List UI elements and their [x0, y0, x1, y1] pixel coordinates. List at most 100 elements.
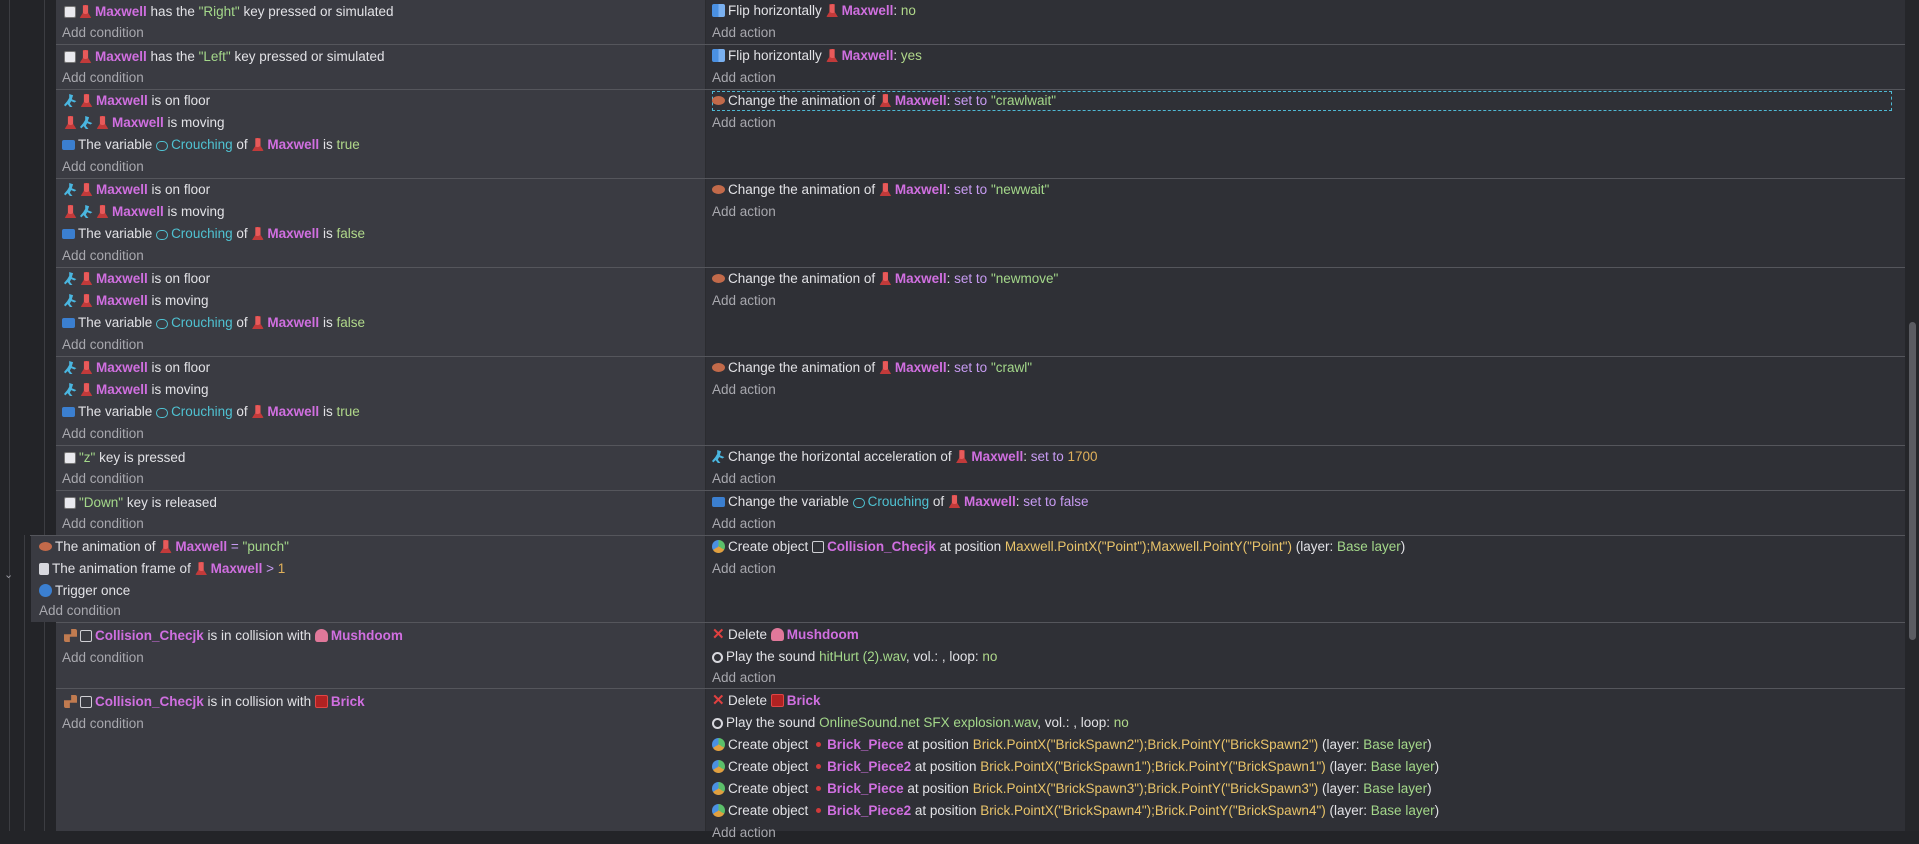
- actions-panel[interactable]: Change the variable Crouching of Maxwell…: [706, 491, 1918, 535]
- vertical-scrollbar[interactable]: [1905, 0, 1919, 831]
- add-action-link[interactable]: Add action: [712, 379, 776, 401]
- action[interactable]: Create object Brick_Piece2 at position B…: [712, 756, 1439, 778]
- condition[interactable]: Maxwell is moving: [64, 290, 209, 312]
- conditions-panel[interactable]: "z" key is pressed Add condition: [56, 446, 706, 490]
- add-action-link[interactable]: Add action: [712, 667, 776, 689]
- object-variable-icon: [156, 230, 169, 240]
- conditions-panel[interactable]: "Down" key is released Add condition: [56, 491, 706, 535]
- condition[interactable]: The variable Crouching of Maxwell is tru…: [62, 134, 360, 156]
- add-condition-link[interactable]: Add condition: [62, 423, 144, 445]
- conditions-panel[interactable]: Collision_Checjk is in collision with Mu…: [56, 623, 706, 688]
- add-condition-link[interactable]: Add condition: [62, 513, 144, 535]
- actions-panel[interactable]: Create object Collision_Checjk at positi…: [706, 536, 1919, 622]
- add-action-link[interactable]: Add action: [712, 290, 776, 312]
- create-object-icon: [712, 760, 725, 773]
- event-row[interactable]: Maxwell is on floor Maxwell is moving Th…: [56, 268, 1918, 356]
- action[interactable]: Change the animation of Maxwell: set to …: [712, 90, 1056, 112]
- add-condition-link[interactable]: Add condition: [62, 713, 144, 735]
- action[interactable]: ✕ Delete Mushdoom: [712, 624, 859, 646]
- add-action-link[interactable]: Add action: [712, 201, 776, 223]
- actions-panel[interactable]: ✕ Delete Brick Play the sound OnlineSound…: [706, 689, 1918, 840]
- conditions-panel[interactable]: Maxwell has the "Left" key pressed or si…: [56, 45, 706, 89]
- add-condition-link[interactable]: Add condition: [62, 334, 144, 356]
- condition[interactable]: Trigger once: [39, 580, 130, 602]
- conditions-panel[interactable]: Maxwell is on floor Maxwell is moving Th…: [56, 90, 706, 178]
- add-condition-link[interactable]: Add condition: [62, 647, 144, 669]
- animation-icon: [39, 542, 52, 551]
- actions-panel[interactable]: Change the animation of Maxwell: set to …: [706, 179, 1918, 267]
- condition[interactable]: Maxwell has the "Left" key pressed or si…: [64, 46, 385, 68]
- action[interactable]: Create object Collision_Checjk at positi…: [712, 536, 1405, 558]
- event-row[interactable]: Maxwell is on floor Maxwell is moving Th…: [56, 90, 1918, 178]
- conditions-panel[interactable]: Maxwell is on floor Maxwell is moving Th…: [56, 179, 706, 267]
- add-condition-link[interactable]: Add condition: [39, 600, 121, 622]
- actions-panel[interactable]: Change the animation of Maxwell: set to …: [706, 90, 1918, 178]
- condition[interactable]: Maxwell is on floor: [64, 268, 210, 290]
- add-action-link[interactable]: Add action: [712, 468, 776, 490]
- actions-panel[interactable]: Change the horizontal acceleration of Ma…: [706, 446, 1918, 490]
- add-action-link[interactable]: Add action: [712, 112, 776, 134]
- action[interactable]: Change the horizontal acceleration of Ma…: [712, 446, 1098, 468]
- event-row[interactable]: Maxwell is on floor Maxwell is moving Th…: [56, 179, 1918, 267]
- condition[interactable]: Maxwell is moving: [64, 201, 225, 223]
- condition[interactable]: Maxwell is moving: [64, 112, 225, 134]
- condition[interactable]: Collision_Checjk is in collision with Mu…: [64, 625, 403, 647]
- condition[interactable]: "z" key is pressed: [64, 447, 185, 469]
- action[interactable]: Change the animation of Maxwell: set to …: [712, 268, 1058, 290]
- conditions-panel[interactable]: Collision_Checjk is in collision with Br…: [56, 689, 706, 831]
- actions-panel[interactable]: ✕ Delete Mushdoom Play the sound hitHurt …: [706, 623, 1918, 688]
- conditions-panel[interactable]: Maxwell is on floor Maxwell is moving Th…: [56, 357, 706, 445]
- condition[interactable]: "Down" key is released: [64, 492, 217, 514]
- condition[interactable]: Collision_Checjk is in collision with Br…: [64, 691, 365, 713]
- conditions-panel[interactable]: Maxwell is on floor Maxwell is moving Th…: [56, 268, 706, 356]
- sub-event-row[interactable]: Collision_Checjk is in collision with Mu…: [56, 623, 1918, 688]
- conditions-panel[interactable]: Maxwell has the "Right" key pressed or s…: [56, 0, 706, 44]
- action[interactable]: Change the animation of Maxwell: set to …: [712, 179, 1049, 201]
- add-condition-link[interactable]: Add condition: [62, 468, 144, 490]
- add-action-link[interactable]: Add action: [712, 67, 776, 89]
- condition[interactable]: The animation frame of Maxwell > 1: [39, 558, 285, 580]
- action[interactable]: Play the sound hitHurt (2).wav, vol.: , …: [712, 646, 997, 668]
- condition[interactable]: Maxwell is on floor: [64, 179, 210, 201]
- add-condition-link[interactable]: Add condition: [62, 22, 144, 44]
- action[interactable]: Play the sound OnlineSound.net SFX explo…: [712, 712, 1129, 734]
- condition[interactable]: The variable Crouching of Maxwell is fal…: [62, 312, 365, 334]
- action[interactable]: Flip horizontally Maxwell: yes: [712, 45, 922, 67]
- actions-panel[interactable]: Flip horizontally Maxwell: yes Add actio…: [706, 45, 1918, 89]
- animation-icon: [712, 96, 725, 105]
- chevron-down-icon[interactable]: ⌄: [4, 568, 13, 581]
- add-action-link[interactable]: Add action: [712, 558, 776, 580]
- add-action-link[interactable]: Add action: [712, 822, 776, 844]
- condition[interactable]: The animation of Maxwell = "punch": [39, 536, 289, 558]
- condition[interactable]: Maxwell is on floor: [64, 90, 210, 112]
- sub-event-row[interactable]: Collision_Checjk is in collision with Br…: [56, 689, 1918, 840]
- add-condition-link[interactable]: Add condition: [62, 67, 144, 89]
- action[interactable]: Create object Brick_Piece2 at position B…: [712, 800, 1439, 822]
- add-condition-link[interactable]: Add condition: [62, 245, 144, 267]
- event-row[interactable]: Maxwell is on floor Maxwell is moving Th…: [56, 357, 1918, 445]
- condition[interactable]: Maxwell is moving: [64, 379, 209, 401]
- add-condition-link[interactable]: Add condition: [62, 156, 144, 178]
- action[interactable]: Flip horizontally Maxwell: no: [712, 0, 916, 22]
- action[interactable]: Change the animation of Maxwell: set to …: [712, 357, 1032, 379]
- event-row[interactable]: "Down" key is released Add condition Cha…: [56, 491, 1918, 535]
- condition[interactable]: Maxwell is on floor: [64, 357, 210, 379]
- add-action-link[interactable]: Add action: [712, 513, 776, 535]
- actions-panel[interactable]: Change the animation of Maxwell: set to …: [706, 357, 1918, 445]
- condition[interactable]: The variable Crouching of Maxwell is fal…: [62, 223, 365, 245]
- actions-panel[interactable]: Change the animation of Maxwell: set to …: [706, 268, 1918, 356]
- scrollbar-thumb[interactable]: [1909, 322, 1916, 640]
- action[interactable]: ✕ Delete Brick: [712, 690, 821, 712]
- event-row[interactable]: Maxwell has the "Right" key pressed or s…: [56, 0, 1918, 44]
- action[interactable]: Change the variable Crouching of Maxwell…: [712, 491, 1089, 513]
- action[interactable]: Create object Brick_Piece at position Br…: [712, 734, 1432, 756]
- event-row[interactable]: "z" key is pressed Add condition Change …: [56, 446, 1918, 490]
- add-action-link[interactable]: Add action: [712, 22, 776, 44]
- conditions-panel[interactable]: The animation of Maxwell = "punch" The a…: [31, 536, 706, 622]
- condition[interactable]: The variable Crouching of Maxwell is tru…: [62, 401, 360, 423]
- actions-panel[interactable]: Flip horizontally Maxwell: no Add action: [706, 0, 1918, 44]
- condition[interactable]: Maxwell has the "Right" key pressed or s…: [64, 1, 394, 23]
- event-row[interactable]: The animation of Maxwell = "punch" The a…: [31, 536, 1919, 622]
- action[interactable]: Create object Brick_Piece at position Br…: [712, 778, 1432, 800]
- event-row[interactable]: Maxwell has the "Left" key pressed or si…: [56, 45, 1918, 89]
